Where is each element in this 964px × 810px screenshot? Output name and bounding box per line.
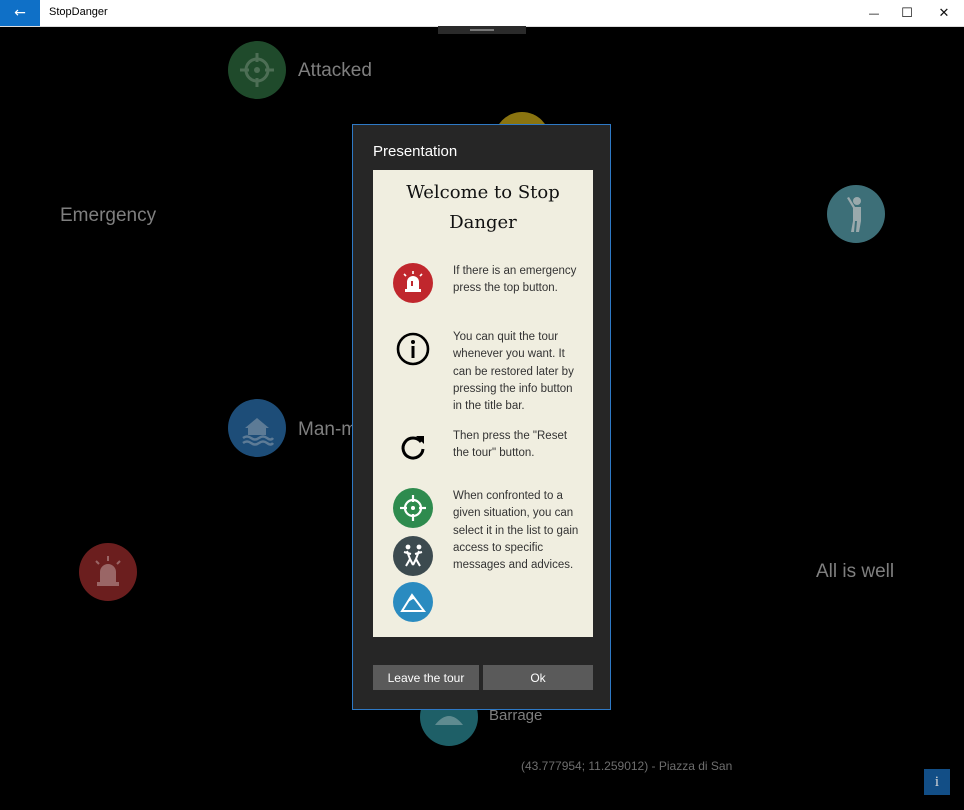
item-text: When confronted to a given situation, yo…: [453, 490, 579, 572]
ok-button[interactable]: Ok: [483, 665, 593, 690]
alarm-icon: [95, 556, 121, 586]
alarm-icon: [393, 263, 433, 303]
title-bar: ← StopDanger — ☐ ✕: [0, 0, 964, 27]
mountain-icon: [393, 582, 433, 622]
back-arrow-icon: ←: [14, 5, 26, 21]
man-made-button[interactable]: [228, 399, 286, 457]
close-icon: ✕: [938, 5, 950, 21]
emergency-button[interactable]: [79, 543, 137, 601]
dialog-title: Presentation: [373, 143, 458, 160]
running-people-icon: [393, 536, 433, 576]
app-title: StopDanger: [49, 6, 108, 18]
all-is-well-button[interactable]: [827, 185, 885, 243]
maximize-icon: ☐: [901, 5, 913, 21]
all-is-well-label: All is well: [816, 561, 895, 582]
crosshair-icon: [240, 53, 274, 87]
man-made-label: Man-m: [298, 419, 358, 440]
close-button[interactable]: ✕: [926, 0, 962, 26]
item-text: Then press the "Reset the tour" button.: [453, 430, 568, 460]
minimize-icon: —: [868, 6, 880, 20]
emergency-label: Emergency: [60, 205, 157, 226]
maximize-button[interactable]: ☐: [889, 0, 925, 26]
info-button[interactable]: i: [924, 769, 950, 795]
attacked-button[interactable]: [228, 41, 286, 99]
info-icon: i: [934, 773, 940, 790]
minimize-button[interactable]: —: [856, 0, 892, 26]
welcome-heading: Welcome to Stop Danger: [406, 182, 560, 233]
presentation-dialog: Presentation Welcome to Stop Danger If t…: [352, 124, 611, 710]
dialog-content: Welcome to Stop Danger If there is an em…: [373, 170, 593, 637]
item-text: You can quit the tour whenever you want.…: [453, 331, 574, 413]
refresh-icon: [393, 427, 433, 467]
info-icon: [393, 329, 433, 369]
pull-handle[interactable]: [438, 26, 526, 34]
attacked-label: Attacked: [298, 60, 372, 81]
item-text: If there is an emergency press the top b…: [453, 265, 577, 295]
person-waving-icon: [847, 197, 861, 232]
crosshair-icon: [393, 488, 433, 528]
location-text: (43.777954; 11.259012) - Piazza di San: [521, 759, 733, 773]
flooded-house-icon: [242, 418, 275, 446]
leave-tour-button[interactable]: Leave the tour: [373, 665, 479, 690]
back-button[interactable]: ←: [0, 0, 40, 26]
